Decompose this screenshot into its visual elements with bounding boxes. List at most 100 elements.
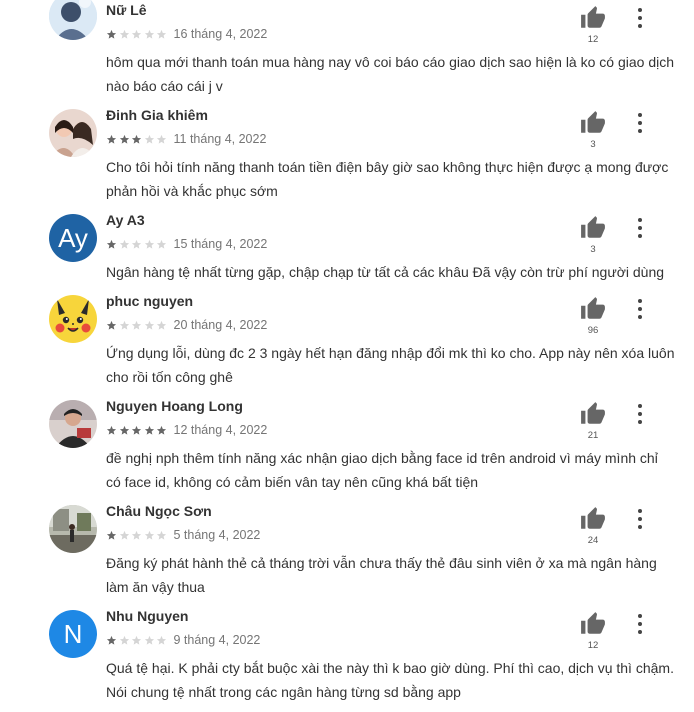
star-empty-icon [131,530,142,540]
helpful-count: 12 [587,34,599,45]
thumbs-up-icon[interactable] [580,401,606,427]
thumbs-up-glyph [581,111,605,133]
star-filled-icon [131,134,142,144]
avatar[interactable] [49,295,97,343]
pikachu-icon [49,295,97,343]
avatar[interactable] [49,505,97,553]
review-date: 12 tháng 4, 2022 [173,423,268,437]
photo-man-icon [49,400,97,448]
thumbs-up-icon[interactable] [580,5,606,31]
helpful-count: 3 [590,244,596,255]
star-filled-icon [106,320,117,330]
star-rating: 5 tháng 4, 2022 [106,528,260,542]
star-filled-icon [119,134,129,144]
helpful-count: 96 [587,325,599,336]
reviewer-name: Nhu Nguyen [106,608,189,624]
star-empty-icon [156,530,167,540]
star-empty-icon [144,29,154,39]
review-date: 16 tháng 4, 2022 [173,27,268,41]
star-rating: 9 tháng 4, 2022 [106,633,260,647]
star-filled-icon [144,425,154,435]
thumbs-up-glyph [581,297,605,319]
star-empty-icon [144,320,154,330]
avatar[interactable] [49,109,97,157]
star-empty-icon [144,239,154,249]
star-rating: 12 tháng 4, 2022 [106,423,267,437]
review-text: Quá tệ hại. K phải cty bắt buộc xài the … [106,660,678,700]
review-date: 11 tháng 4, 2022 [173,132,267,146]
avatar[interactable]: Ay [49,214,97,262]
thumbs-up-glyph [581,612,605,634]
star-empty-icon [119,635,129,645]
star-filled-icon [106,239,117,249]
review-text: Đăng ký phát hành thẻ cả tháng trời vẫn … [106,555,661,595]
thumbs-up-glyph [581,216,605,238]
avatar-initials: Ay [58,223,88,253]
star-empty-icon [119,239,129,249]
star-filled-icon [106,134,117,144]
review-date: 20 tháng 4, 2022 [173,318,268,332]
star-empty-icon [144,635,154,645]
more-options-icon[interactable] [632,8,648,28]
photo-person-icon [49,0,97,40]
review-date: 9 tháng 4, 2022 [173,633,261,647]
star-empty-icon [156,134,167,144]
star-empty-icon [119,29,129,39]
reviewer-name: Châu Ngọc Sơn [106,503,212,519]
review-date: 15 tháng 4, 2022 [173,237,268,251]
review-text: đề nghị nph thêm tính năng xác nhận giao… [106,450,662,490]
thumbs-up-glyph [581,507,605,529]
helpful-count: 12 [587,640,599,651]
review-text: Ứng dụng lỗi, dùng đc 2 3 ngày hết hạn đ… [106,345,679,385]
more-options-icon[interactable] [632,299,648,319]
star-filled-icon [106,425,117,435]
more-options-icon[interactable] [632,614,648,634]
reviewer-name: phuc nguyen [106,293,194,309]
review-date: 5 tháng 4, 2022 [173,528,261,542]
thumbs-up-glyph [581,402,605,424]
avatar[interactable] [49,0,97,40]
star-filled-icon [156,425,167,435]
review-text: hôm qua mới thanh toán mua hàng nay vô c… [106,54,678,94]
thumbs-up-icon[interactable] [580,296,606,322]
star-empty-icon [156,635,167,645]
more-options-icon[interactable] [632,509,648,529]
reviewer-name: Nguyen Hoang Long [106,398,243,414]
star-rating: 16 tháng 4, 2022 [106,27,267,41]
star-empty-icon [131,635,142,645]
photo-couple-icon [49,109,97,157]
star-filled-icon [106,29,117,39]
thumbs-up-icon[interactable] [580,215,606,241]
star-empty-icon [131,320,142,330]
reviewer-name: Ay A3 [106,212,145,228]
avatar[interactable]: N [49,610,97,658]
star-filled-icon [106,635,117,645]
helpful-count: 24 [587,535,599,546]
more-options-icon[interactable] [632,404,648,424]
star-rating: 11 tháng 4, 2022 [106,132,266,146]
review-text: Cho tôi hỏi tính năng thanh toán tiền đi… [106,159,673,199]
more-options-icon[interactable] [632,113,648,133]
helpful-count: 3 [590,139,596,150]
reviewer-name: Đinh Gia khiêm [106,107,208,123]
thumbs-up-icon[interactable] [580,506,606,532]
star-empty-icon [119,530,129,540]
thumbs-up-icon[interactable] [580,611,606,637]
review-text: Ngân hàng tệ nhất từng gặp, chập chạp từ… [106,264,665,280]
helpful-count: 21 [587,430,599,441]
star-filled-icon [131,425,142,435]
star-rating: 20 tháng 4, 2022 [106,318,267,332]
star-empty-icon [131,29,142,39]
reviewer-name: Nữ Lê [106,2,147,18]
photo-outdoor-icon [49,505,97,553]
star-empty-icon [156,320,167,330]
thumbs-up-icon[interactable] [580,110,606,136]
star-empty-icon [119,320,129,330]
star-empty-icon [144,530,154,540]
more-options-icon[interactable] [632,218,648,238]
thumbs-up-glyph [581,6,605,28]
star-empty-icon [131,239,142,249]
avatar[interactable] [49,400,97,448]
star-empty-icon [156,29,167,39]
avatar-initials: N [63,619,83,649]
